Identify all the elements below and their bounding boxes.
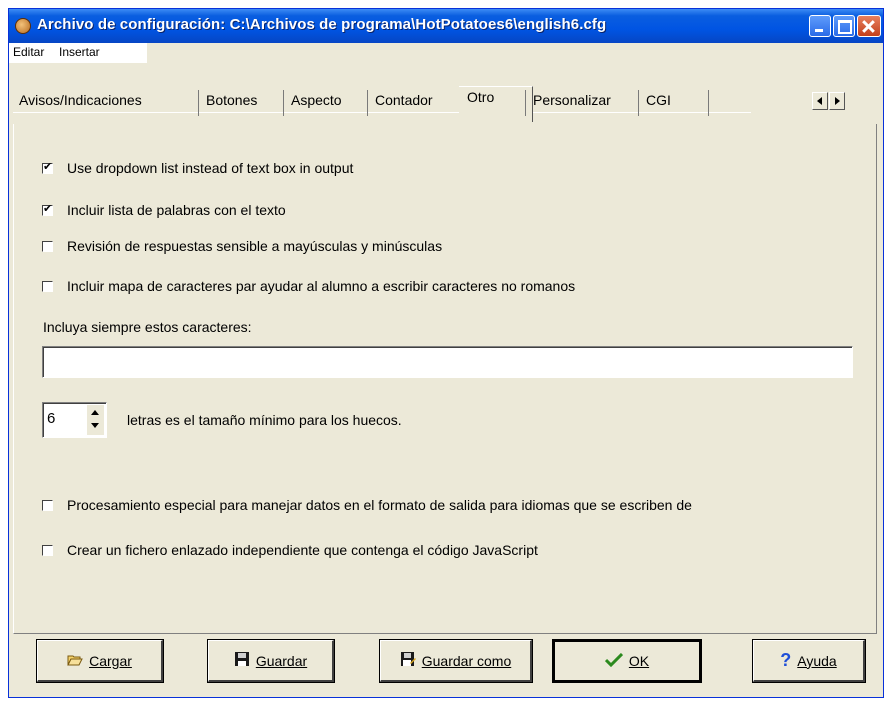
floppy-disk-pencil-icon bbox=[400, 651, 416, 670]
maximize-button[interactable] bbox=[833, 15, 855, 37]
option-label: Use dropdown list instead of text box in… bbox=[67, 160, 354, 176]
guardar-button[interactable]: Guardar bbox=[208, 640, 334, 682]
tab-scroll-right-button[interactable] bbox=[829, 92, 845, 110]
tab-avisos[interactable]: Avisos/Indicaciones bbox=[19, 92, 142, 108]
checkbox-case-sensitive[interactable] bbox=[42, 240, 53, 252]
option-separate-js[interactable]: Crear un fichero enlazado independiente … bbox=[42, 542, 538, 558]
option-label: Crear un fichero enlazado independiente … bbox=[67, 542, 538, 558]
tab-separator bbox=[367, 90, 368, 116]
chars-input[interactable] bbox=[42, 346, 853, 378]
tab-cgi[interactable]: CGI bbox=[646, 92, 671, 108]
ok-label: OK bbox=[628, 653, 650, 669]
tab-separator bbox=[638, 90, 639, 116]
ayuda-button[interactable]: ? Ayuda bbox=[753, 640, 865, 682]
chars-label: Incluya siempre estos caracteres: bbox=[43, 319, 252, 335]
tab-strip-line bbox=[13, 112, 751, 113]
spin-buttons[interactable] bbox=[87, 405, 104, 435]
min-gap-stepper[interactable]: 6 bbox=[42, 402, 107, 438]
option-char-map[interactable]: Incluir mapa de caracteres par ayudar al… bbox=[42, 278, 575, 294]
option-label: Revisión de respuestas sensible a mayúsc… bbox=[67, 238, 443, 254]
checkbox-char-map[interactable] bbox=[42, 280, 53, 292]
tab-aspecto[interactable]: Aspecto bbox=[291, 92, 342, 108]
menu-bar: Editar Insertar bbox=[9, 43, 147, 63]
guardar-como-button[interactable]: Guardar como bbox=[380, 640, 532, 682]
tab-separator bbox=[525, 90, 526, 116]
option-rtl-processing[interactable]: Procesamiento especial para manejar dato… bbox=[42, 497, 692, 513]
guardar-label: Guardar bbox=[255, 652, 308, 669]
checkbox-use-dropdown[interactable] bbox=[42, 160, 53, 174]
floppy-disk-icon bbox=[234, 651, 250, 670]
checkbox-rtl-processing[interactable] bbox=[42, 499, 53, 511]
checkbox-separate-js[interactable] bbox=[42, 544, 53, 556]
tab-scroll-left-button[interactable] bbox=[812, 92, 828, 110]
option-label: Incluir mapa de caracteres par ayudar al… bbox=[67, 278, 576, 294]
min-gap-value[interactable]: 6 bbox=[47, 410, 55, 427]
min-gap-label: letras es el tamaño mínimo para los huec… bbox=[127, 412, 402, 428]
tab-separator bbox=[198, 90, 199, 116]
spin-up-icon[interactable] bbox=[91, 410, 99, 415]
ayuda-label: Ayuda bbox=[797, 652, 837, 669]
option-label: Procesamiento especial para manejar dato… bbox=[67, 497, 692, 513]
option-word-list[interactable]: Incluir lista de palabras con el texto bbox=[42, 202, 286, 218]
close-button[interactable] bbox=[857, 15, 881, 37]
menu-editar[interactable]: Editar bbox=[13, 45, 44, 59]
option-use-dropdown[interactable]: Use dropdown list instead of text box in… bbox=[42, 160, 353, 176]
question-mark-icon: ? bbox=[780, 650, 792, 670]
minimize-button[interactable] bbox=[809, 15, 831, 37]
folder-open-icon bbox=[67, 653, 83, 669]
title-bar[interactable]: Archivo de configuración: C:\Archivos de… bbox=[9, 9, 883, 43]
checkbox-word-list[interactable] bbox=[42, 202, 53, 216]
tab-separator bbox=[283, 90, 284, 116]
cargar-button[interactable]: Cargar bbox=[37, 640, 163, 682]
guardar-como-label: Guardar como bbox=[421, 652, 512, 669]
menu-insertar[interactable]: Insertar bbox=[59, 45, 100, 59]
window-title: Archivo de configuración: C:\Archivos de… bbox=[37, 16, 607, 33]
tab-personalizar[interactable]: Personalizar bbox=[533, 92, 611, 108]
spin-down-icon[interactable] bbox=[91, 423, 99, 428]
tab-contador[interactable]: Contador bbox=[375, 92, 433, 108]
cargar-label: Cargar bbox=[89, 652, 132, 669]
checkmark-icon bbox=[604, 652, 623, 670]
option-label: Incluir lista de palabras con el texto bbox=[67, 202, 286, 218]
option-case-sensitive[interactable]: Revisión de respuestas sensible a mayúsc… bbox=[42, 238, 442, 254]
tab-otro[interactable]: Otro bbox=[467, 89, 494, 105]
ok-button[interactable]: OK bbox=[553, 640, 701, 682]
app-icon bbox=[15, 18, 31, 34]
tab-separator bbox=[708, 90, 709, 116]
tab-botones[interactable]: Botones bbox=[206, 92, 257, 108]
